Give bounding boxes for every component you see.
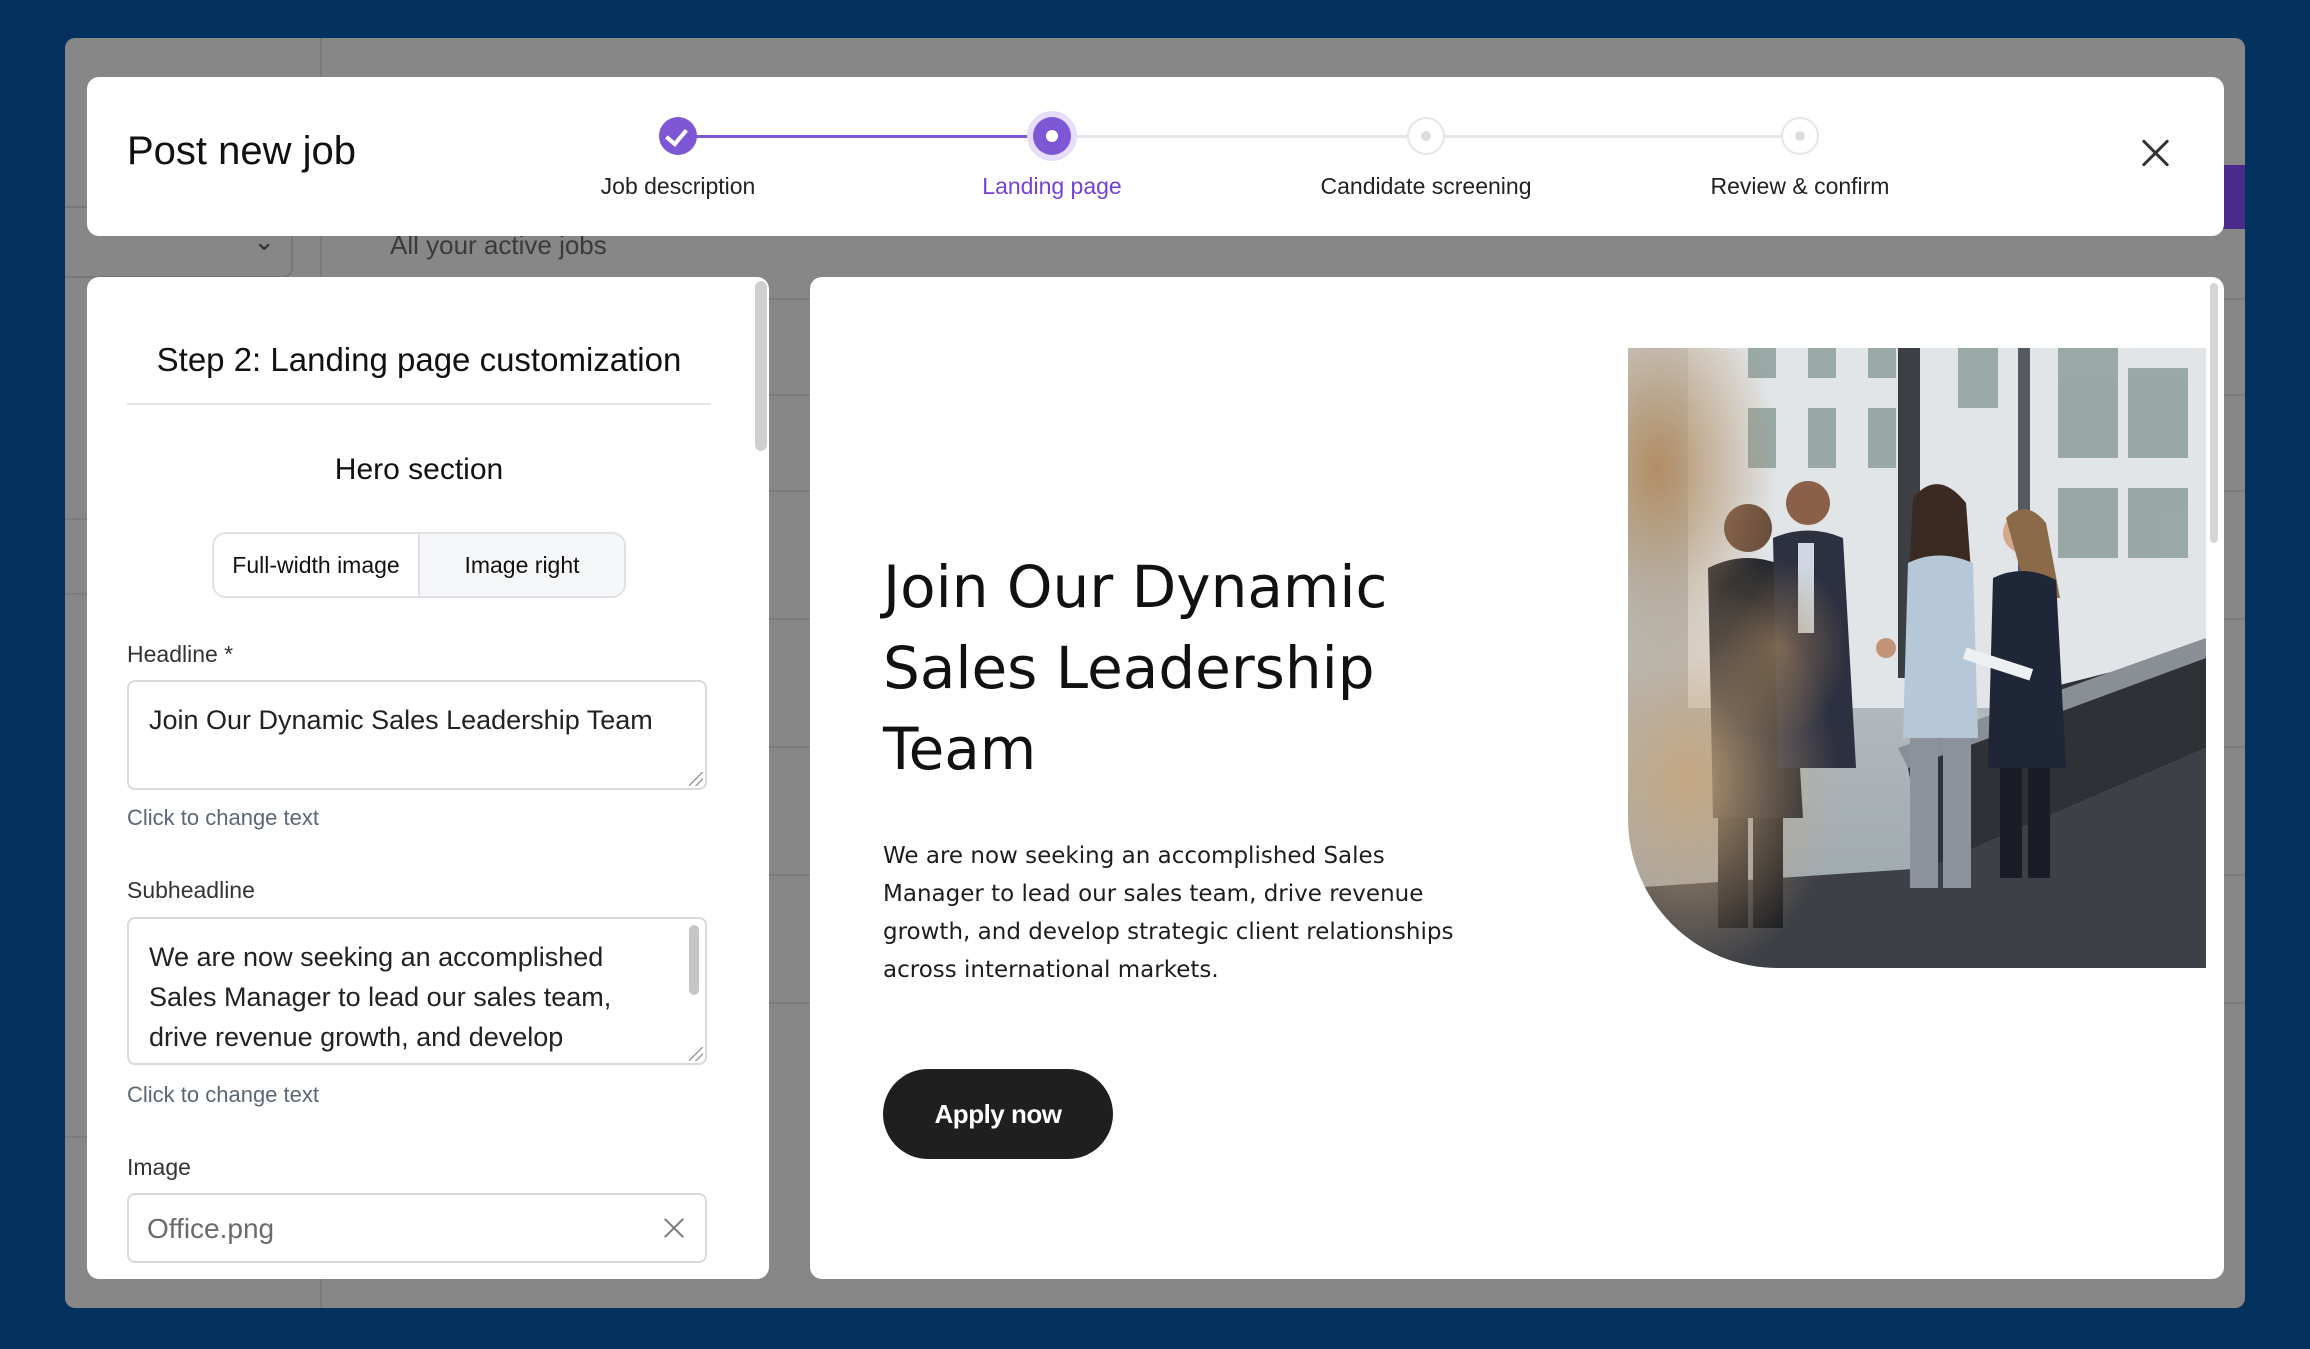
preview-subheadline: We are now seeking an accomplished Sales… (883, 843, 1454, 983)
resize-handle[interactable] (689, 1047, 703, 1061)
close-icon[interactable] (2136, 133, 2176, 173)
step-3-label[interactable]: Candidate screening (1321, 173, 1532, 200)
step-2-label[interactable]: Landing page (982, 173, 1121, 200)
image-label: Image (127, 1154, 191, 1180)
stepper: Job description Landing page Candidate s… (87, 77, 2224, 236)
landing-page-preview: Join Our Dynamic Sales Leadership Team W… (810, 277, 2224, 1279)
layout-option-image-right[interactable]: Image right (420, 534, 624, 596)
layout-option-full-width[interactable]: Full-width image (214, 534, 420, 596)
image-input[interactable]: Office.png (127, 1193, 707, 1263)
panel-title: Step 2: Landing page customization (156, 341, 682, 378)
step-1-check-icon[interactable] (659, 117, 697, 155)
headline-input-value: Join Our Dynamic Sales Leadership Team (149, 705, 653, 735)
post-job-header: Post new job Job description Landing pag… (87, 77, 2224, 236)
hero-section-title: Hero section (334, 453, 504, 486)
step-2-indicator[interactable] (1033, 117, 1071, 155)
step-1-label[interactable]: Job description (601, 173, 756, 200)
subheadline-help: Click to change text (127, 1082, 319, 1107)
headline-help: Click to change text (127, 805, 319, 830)
headline-input[interactable]: Join Our Dynamic Sales Leadership Team (127, 680, 707, 790)
subheadline-input[interactable]: We are now seeking an accomplished Sales… (127, 917, 707, 1065)
layout-toggle: Full-width image Image right (212, 532, 626, 598)
preview-scrollbar[interactable] (2210, 283, 2218, 543)
step-4-indicator[interactable] (1781, 117, 1819, 155)
clear-icon[interactable] (661, 1215, 687, 1241)
resize-handle[interactable] (689, 772, 703, 786)
hero-image (1628, 348, 2206, 968)
panel-divider (127, 403, 711, 405)
subheadline-scrollbar[interactable] (689, 925, 699, 995)
panel-scrollbar[interactable] (755, 281, 767, 451)
apply-now-button[interactable]: Apply now (883, 1069, 1113, 1159)
subheadline-input-value: We are now seeking an accomplished Sales… (149, 942, 612, 1063)
headline-label: Headline * (127, 641, 234, 667)
image-filename: Office.png (147, 1213, 275, 1244)
preview-headline: Join Our Dynamic Sales Leadership Team (883, 553, 1388, 783)
step-3-indicator[interactable] (1407, 117, 1445, 155)
subheadline-label: Subheadline (127, 877, 255, 903)
customization-panel: Step 2: Landing page customization Hero … (87, 277, 769, 1279)
stepper-track-complete (678, 135, 1052, 138)
step-4-label[interactable]: Review & confirm (1711, 173, 1890, 200)
